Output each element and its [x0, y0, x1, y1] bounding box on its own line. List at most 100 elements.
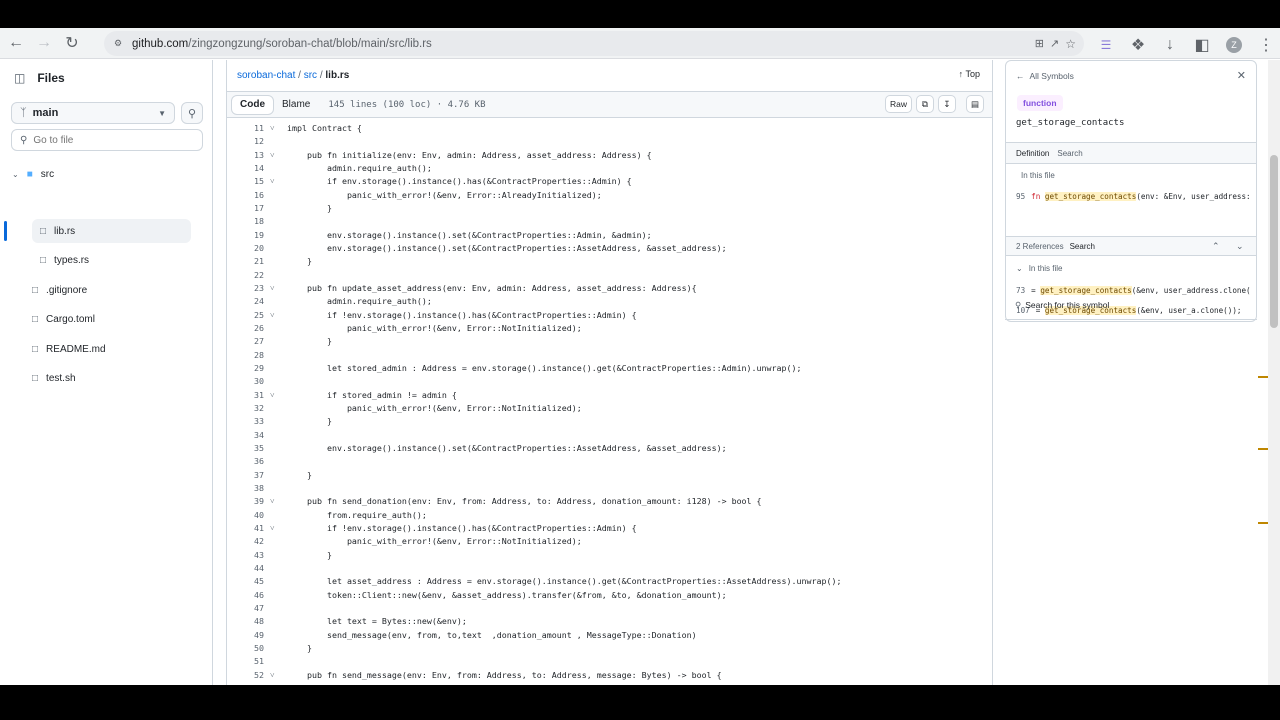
- tree-file-lib-rs[interactable]: □ lib.rs: [32, 219, 191, 243]
- fold-chevron-icon[interactable]: ˅: [270, 495, 275, 508]
- chevron-down-icon[interactable]: ⌄: [1236, 241, 1244, 252]
- line-number[interactable]: 48: [227, 615, 264, 628]
- line-number[interactable]: 28: [227, 349, 264, 362]
- fold-chevron-icon[interactable]: ˅: [270, 282, 275, 295]
- back-icon[interactable]: ←: [2, 29, 30, 57]
- fold-chevron-icon[interactable]: ˅: [270, 522, 275, 535]
- tab-blame[interactable]: Blame: [274, 95, 318, 115]
- line-number[interactable]: 34: [227, 429, 264, 442]
- line-number[interactable]: 19: [227, 229, 264, 242]
- reload-icon[interactable]: ↻: [58, 29, 86, 57]
- tree-folder-src[interactable]: ⌄ ■ src: [12, 162, 192, 186]
- share-icon[interactable]: ↗: [1050, 37, 1059, 50]
- line-number[interactable]: 39: [227, 495, 264, 508]
- line-number[interactable]: 29: [227, 362, 264, 375]
- definition-line[interactable]: 95 fn get_storage_contacts(env: &Env, use…: [1016, 192, 1254, 201]
- fold-chevron-icon[interactable]: ˅: [270, 669, 275, 682]
- line-number[interactable]: 14: [227, 162, 264, 175]
- line-number[interactable]: 30: [227, 375, 264, 388]
- close-icon[interactable]: ✕: [1237, 69, 1246, 82]
- tree-file-gitignore[interactable]: □ .gitignore: [32, 278, 192, 302]
- chevron-up-icon[interactable]: ⌃: [1212, 241, 1220, 252]
- breadcrumb-dir-link[interactable]: src: [304, 70, 317, 81]
- line-number[interactable]: 45: [227, 575, 264, 588]
- bookmark-star-icon[interactable]: ☆: [1065, 37, 1076, 51]
- line-number[interactable]: 15: [227, 175, 264, 188]
- line-number[interactable]: 23: [227, 282, 264, 295]
- branch-selector[interactable]: ᛉ main ▼: [11, 102, 175, 124]
- line-number[interactable]: 18: [227, 215, 264, 228]
- address-bar[interactable]: ⚙ github.com/zingzongzung/soroban-chat/b…: [104, 31, 1084, 56]
- go-to-file-input[interactable]: [33, 134, 194, 146]
- line-number[interactable]: 12: [227, 135, 264, 148]
- line-number[interactable]: 32: [227, 402, 264, 415]
- collapse-panel-icon[interactable]: ◫: [14, 71, 25, 85]
- side-panel-icon[interactable]: ◧: [1188, 31, 1216, 59]
- fold-chevron-icon[interactable]: ˅: [270, 309, 275, 322]
- fold-chevron-icon[interactable]: ˅: [270, 122, 275, 135]
- search-symbol-button[interactable]: ⚲ Search for this symbol: [1015, 300, 1109, 311]
- fold-chevron-icon[interactable]: ˅: [270, 389, 275, 402]
- line-number[interactable]: 43: [227, 549, 264, 562]
- fold-chevron-icon[interactable]: ˅: [270, 175, 275, 188]
- line-number[interactable]: 24: [227, 295, 264, 308]
- tab-code[interactable]: Code: [231, 94, 274, 115]
- tab-definition[interactable]: Definition: [1016, 149, 1049, 158]
- line-number[interactable]: 11: [227, 122, 264, 135]
- line-number[interactable]: 21: [227, 255, 264, 268]
- line-number[interactable]: 38: [227, 482, 264, 495]
- line-number[interactable]: 46: [227, 589, 264, 602]
- top-button[interactable]: ↑ Top: [959, 69, 980, 79]
- download-icon[interactable]: ↧: [937, 95, 956, 113]
- go-to-file-field[interactable]: ⚲: [11, 129, 203, 151]
- line-number[interactable]: 22: [227, 269, 264, 282]
- line-number[interactable]: 42: [227, 535, 264, 548]
- references-in-this-file[interactable]: ⌄ In this file: [1016, 264, 1063, 273]
- site-info-icon[interactable]: ⚙: [114, 38, 126, 49]
- all-symbols-link[interactable]: ← All Symbols: [1006, 61, 1256, 91]
- breadcrumb-repo-link[interactable]: soroban-chat: [237, 70, 295, 81]
- extension-icon[interactable]: ☰: [1092, 31, 1120, 59]
- copy-icon[interactable]: ⧉: [915, 95, 934, 113]
- tree-file-readme[interactable]: □ README.md: [32, 337, 192, 361]
- search-files-button[interactable]: ⚲: [181, 102, 203, 124]
- menu-icon[interactable]: ⋮: [1252, 31, 1280, 59]
- line-number[interactable]: 25: [227, 309, 264, 322]
- reference-line[interactable]: 73 = get_storage_contacts(&env, user_addr…: [1016, 286, 1254, 295]
- line-number[interactable]: 40: [227, 509, 264, 522]
- fold-chevron-icon[interactable]: ˅: [270, 149, 275, 162]
- puzzle-icon[interactable]: ❖: [1124, 31, 1152, 59]
- symbols-toggle-icon[interactable]: ▤: [965, 95, 984, 113]
- line-number[interactable]: 20: [227, 242, 264, 255]
- tree-file-types-rs[interactable]: □ types.rs: [40, 248, 190, 272]
- line-number[interactable]: 49: [227, 629, 264, 642]
- forward-icon[interactable]: →: [30, 29, 58, 57]
- tab-search[interactable]: Search: [1057, 149, 1082, 158]
- profile-avatar[interactable]: Z: [1220, 31, 1248, 59]
- line-number[interactable]: 16: [227, 189, 264, 202]
- raw-button[interactable]: Raw: [884, 95, 912, 113]
- line-number[interactable]: 35: [227, 442, 264, 455]
- line-number[interactable]: 50: [227, 642, 264, 655]
- line-number[interactable]: 36: [227, 455, 264, 468]
- code-text: if !env.storage().instance().has(&Contra…: [287, 522, 637, 533]
- line-number[interactable]: 26: [227, 322, 264, 335]
- tree-file-cargo-toml[interactable]: □ Cargo.toml: [32, 307, 192, 331]
- references-search-tab[interactable]: Search: [1070, 242, 1095, 251]
- line-number[interactable]: 13: [227, 149, 264, 162]
- line-number[interactable]: 17: [227, 202, 264, 215]
- line-number[interactable]: 41: [227, 522, 264, 535]
- tree-file-test-sh[interactable]: □ test.sh: [32, 366, 192, 390]
- line-number[interactable]: 52: [227, 669, 264, 682]
- line-number[interactable]: 31: [227, 389, 264, 402]
- line-number[interactable]: 44: [227, 562, 264, 575]
- line-number[interactable]: 51: [227, 655, 264, 668]
- line-number[interactable]: 33: [227, 415, 264, 428]
- line-number[interactable]: 47: [227, 602, 264, 615]
- line-number[interactable]: 37: [227, 469, 264, 482]
- download-icon[interactable]: ↓: [1156, 31, 1184, 59]
- page-scrollbar[interactable]: [1268, 60, 1280, 685]
- install-icon[interactable]: ⊞: [1035, 37, 1044, 50]
- scrollbar-thumb[interactable]: [1270, 155, 1278, 328]
- line-number[interactable]: 27: [227, 335, 264, 348]
